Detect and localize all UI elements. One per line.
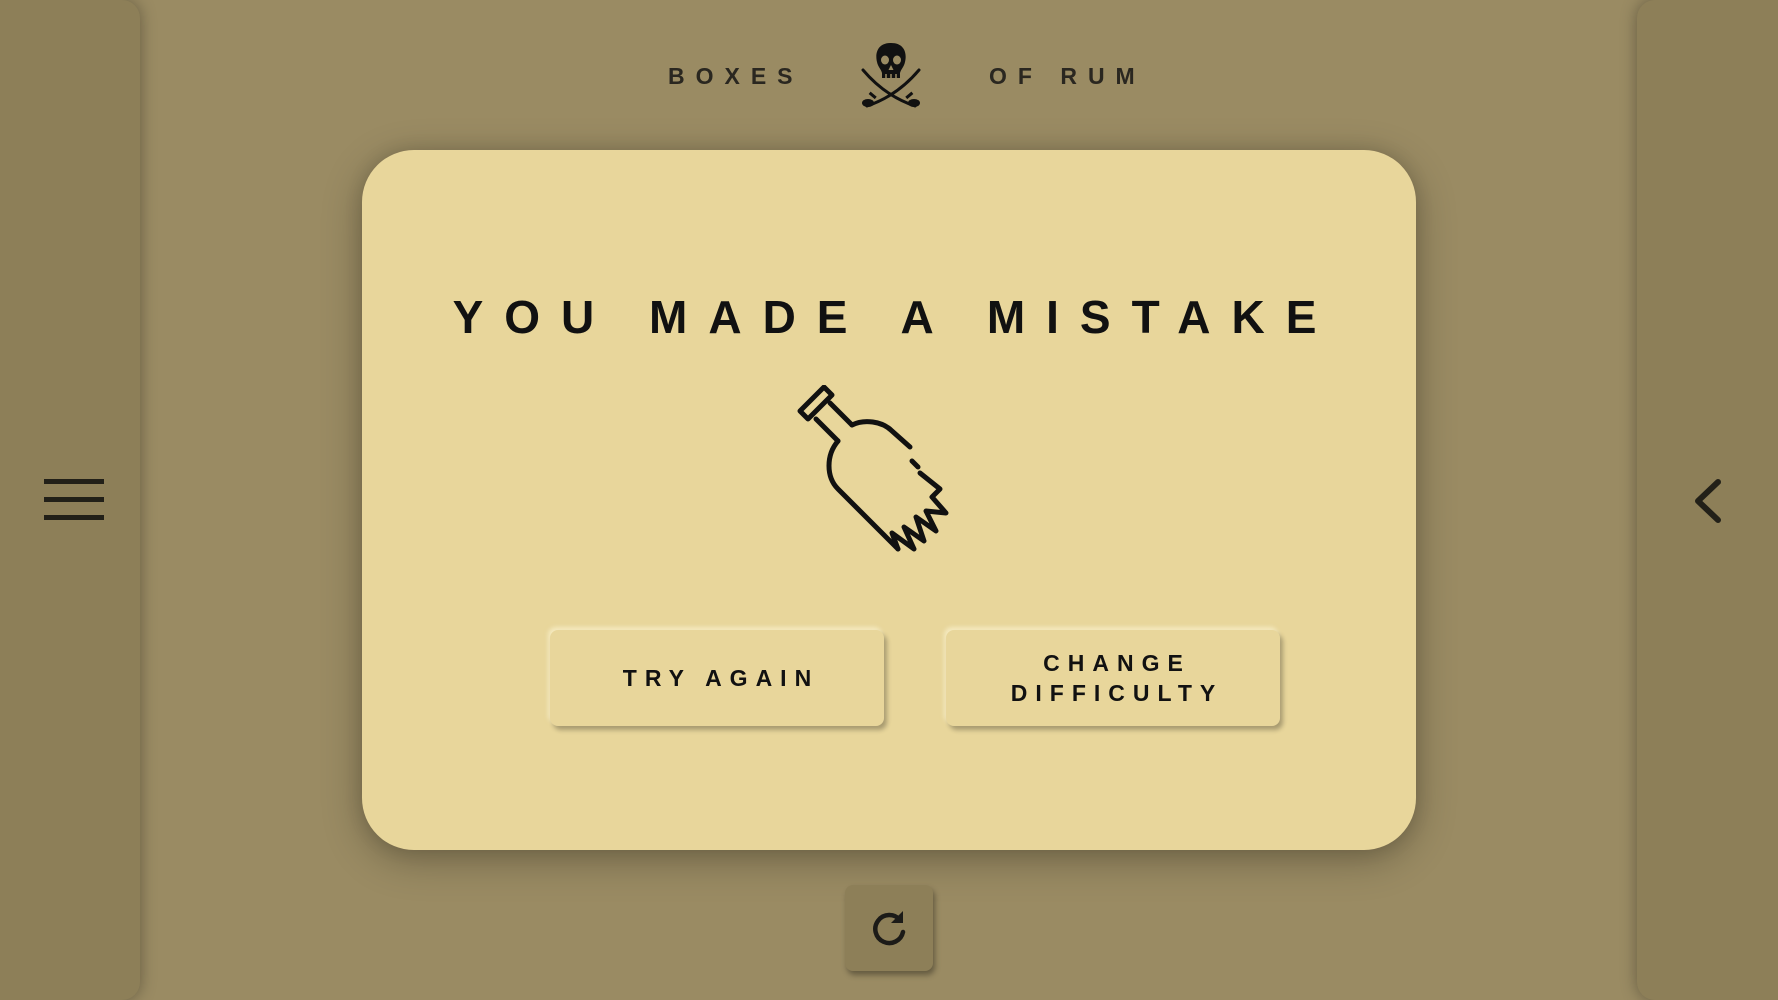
header-title-left: BOXES	[668, 63, 804, 89]
hamburger-menu-icon-bar-bottom	[44, 515, 104, 520]
back-button[interactable]	[1688, 478, 1728, 524]
change-difficulty-button[interactable]: CHANGE DIFFICULTY	[946, 630, 1280, 726]
hamburger-menu-icon-bar-middle	[44, 497, 104, 502]
left-side-panel	[0, 0, 140, 1000]
change-difficulty-label: CHANGE DIFFICULTY	[1011, 648, 1223, 708]
try-again-button[interactable]: TRY AGAIN	[550, 630, 884, 726]
dialog-title: YOU MADE A MISTAKE	[452, 291, 1338, 343]
change-difficulty-label-line1: CHANGE	[1043, 650, 1191, 676]
skull-crossed-swords-icon	[861, 43, 921, 108]
broken-bottle-icon	[797, 385, 949, 552]
header-title-right: OF RUM	[989, 63, 1146, 89]
restart-button[interactable]	[845, 885, 933, 971]
right-side-panel	[1637, 0, 1778, 1000]
mistake-dialog: YOU MADE A MISTAKE TRY AGAIN CHANGE DIFF…	[362, 150, 1416, 850]
hamburger-menu-icon-bar-top	[44, 479, 104, 484]
header: BOXES OF RUM	[0, 40, 1778, 115]
try-again-label: TRY AGAIN	[622, 665, 820, 691]
restart-icon	[873, 911, 906, 946]
change-difficulty-label-line2: DIFFICULTY	[1010, 680, 1224, 706]
menu-button[interactable]	[44, 479, 104, 521]
chevron-left-icon	[1695, 479, 1721, 523]
